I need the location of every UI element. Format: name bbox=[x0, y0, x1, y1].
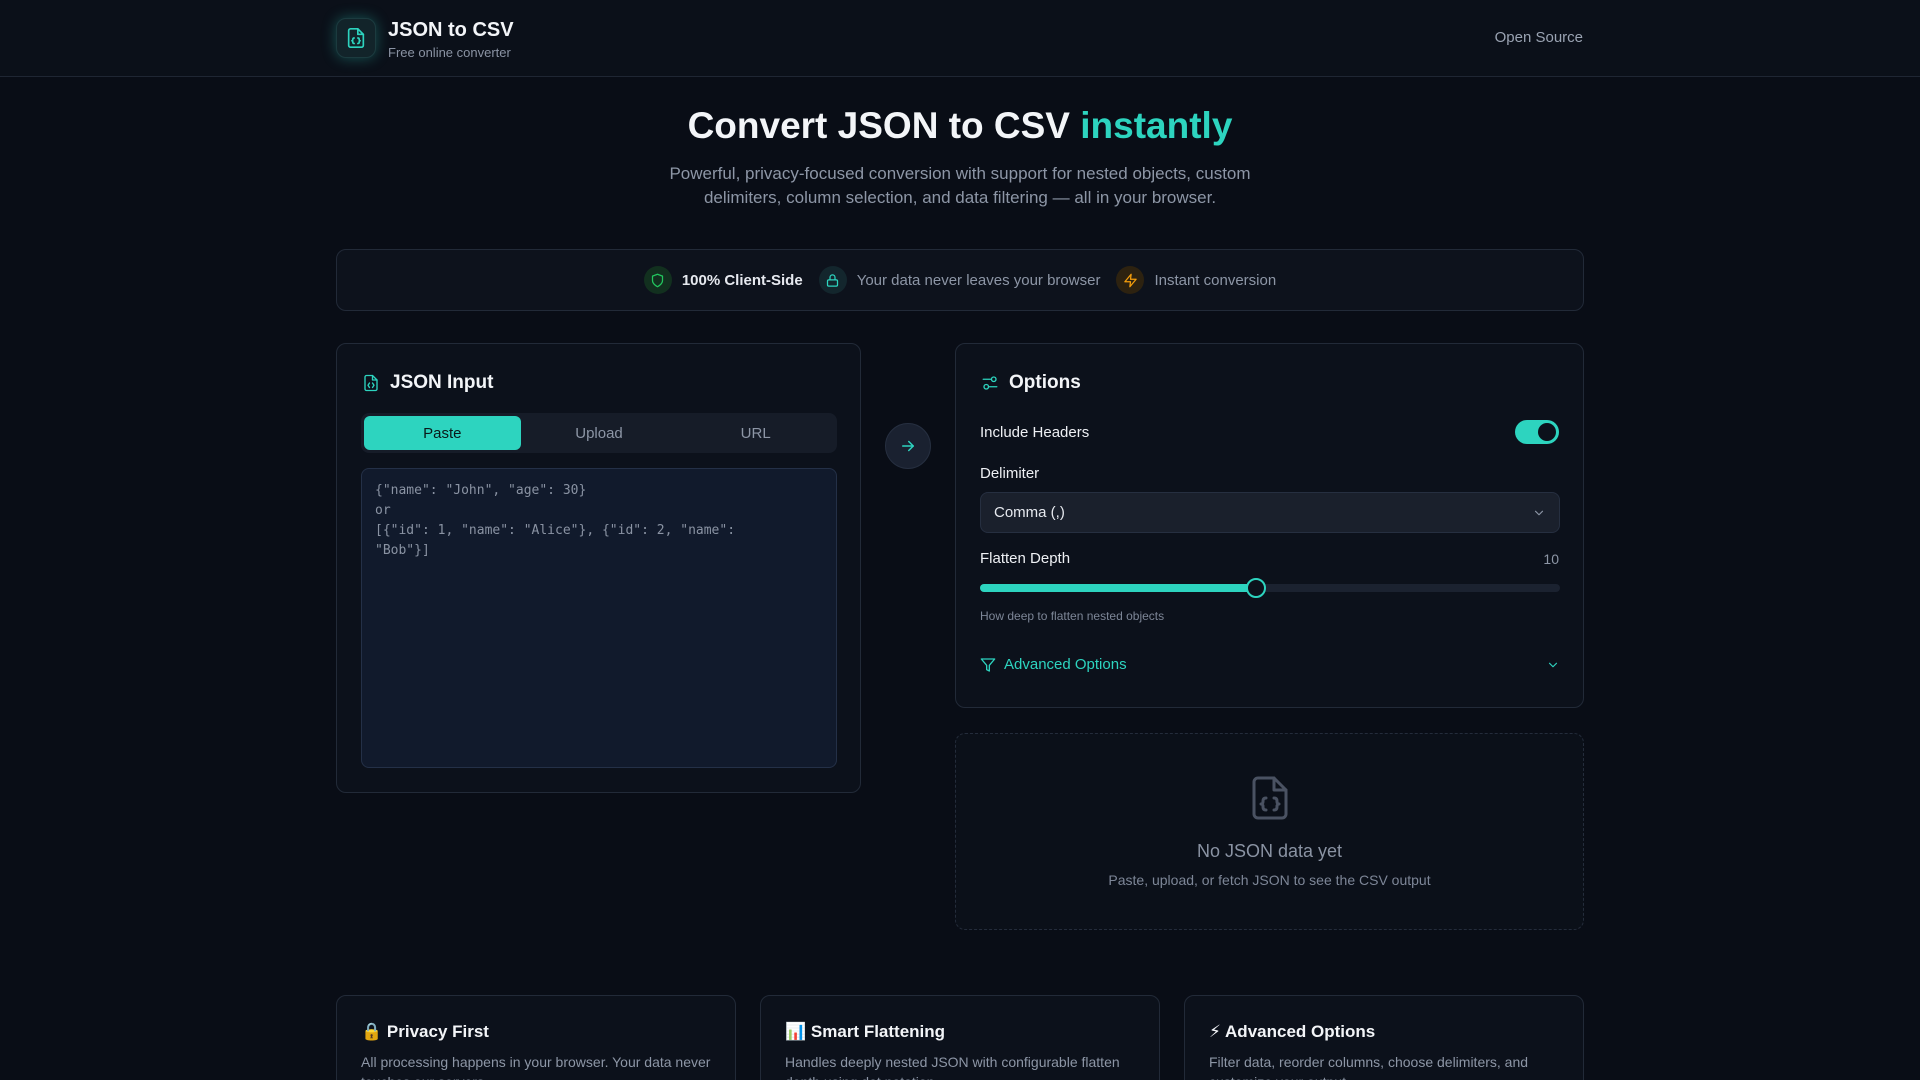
tab-upload[interactable]: Upload bbox=[521, 416, 678, 450]
trust-instant-label: Instant conversion bbox=[1154, 271, 1277, 289]
csv-output-empty-state: No JSON data yet Paste, upload, or fetch… bbox=[955, 733, 1584, 930]
feature-text: Handles deeply nested JSON with configur… bbox=[785, 1054, 1120, 1080]
lock-icon bbox=[818, 266, 847, 294]
toggle-knob bbox=[1538, 423, 1556, 441]
delimiter-value: Comma (,) bbox=[994, 504, 1065, 521]
file-code-icon bbox=[364, 374, 378, 392]
json-input-textarea[interactable]: {"name": "John", "age": 30} or [{"id": 1… bbox=[361, 468, 837, 768]
json-input-title-label: JSON Input bbox=[390, 372, 494, 393]
flatten-depth-label: Flatten Depth bbox=[980, 550, 1071, 567]
delimiter-select[interactable]: Comma (,) bbox=[980, 492, 1560, 533]
tab-url[interactable]: URL bbox=[677, 416, 834, 450]
feature-title: ⚡ Advanced Options bbox=[1209, 1022, 1559, 1042]
logo[interactable] bbox=[336, 18, 376, 58]
flatten-depth-value: 10 bbox=[1543, 551, 1559, 567]
file-json-icon bbox=[1252, 776, 1288, 820]
lock-icon: 🔒 bbox=[361, 1022, 383, 1041]
feature-card-privacy: 🔒 Privacy First All processing happens i… bbox=[336, 995, 736, 1080]
hero-title-main: Convert JSON to CSV bbox=[687, 105, 1081, 146]
trust-privacy: Your data never leaves your browser bbox=[818, 266, 1101, 294]
include-headers-toggle[interactable] bbox=[1515, 420, 1559, 444]
chevron-down-icon bbox=[1548, 662, 1558, 667]
flatten-depth-slider[interactable] bbox=[980, 578, 1560, 598]
feature-title: 🔒 Privacy First bbox=[361, 1022, 711, 1042]
trust-client-side-label: 100% Client-Side bbox=[681, 271, 803, 289]
flatten-depth-hint: How deep to flatten nested objects bbox=[980, 609, 1165, 623]
feature-title-label: Smart Flattening bbox=[810, 1022, 946, 1041]
feature-card-flattening: 📊 Smart Flattening Handles deeply nested… bbox=[760, 995, 1160, 1080]
slider-fill bbox=[980, 584, 1256, 592]
hero-title-accent: instantly bbox=[1080, 105, 1233, 146]
lightning-icon: ⚡ bbox=[1209, 1022, 1221, 1041]
chevron-down-icon bbox=[1534, 510, 1544, 515]
convert-button[interactable] bbox=[885, 423, 931, 469]
advanced-options-label: Advanced Options bbox=[1004, 656, 1127, 673]
hero-title: Convert JSON to CSV instantly bbox=[0, 105, 1920, 147]
feature-text: All processing happens in your browser. … bbox=[361, 1054, 711, 1080]
advanced-options-toggle[interactable]: Advanced Options bbox=[980, 656, 1560, 673]
feature-title: 📊 Smart Flattening bbox=[785, 1022, 1135, 1042]
filter-icon bbox=[980, 657, 996, 672]
options-title: Options bbox=[981, 372, 1081, 394]
trust-instant: Instant conversion bbox=[1116, 266, 1276, 294]
trust-bar: 100% Client-Side Your data never leaves … bbox=[336, 249, 1584, 311]
app-subtitle: Free online converter bbox=[388, 45, 511, 60]
options-title-label: Options bbox=[1009, 372, 1081, 393]
slider-thumb[interactable] bbox=[1245, 578, 1266, 598]
shield-icon bbox=[643, 266, 672, 294]
empty-state-title: No JSON data yet bbox=[1196, 841, 1343, 861]
file-json-icon bbox=[347, 28, 365, 48]
bar-chart-icon: 📊 bbox=[785, 1022, 807, 1041]
tab-paste[interactable]: Paste bbox=[364, 416, 521, 450]
trust-privacy-label: Your data never leaves your browser bbox=[856, 271, 1101, 289]
feature-card-advanced: ⚡ Advanced Options Filter data, reorder … bbox=[1184, 995, 1584, 1080]
json-input-title: JSON Input bbox=[362, 372, 493, 394]
lightning-icon bbox=[1116, 266, 1145, 294]
input-mode-tabs: Paste Upload URL bbox=[361, 413, 837, 453]
arrow-right-icon bbox=[902, 440, 914, 452]
delimiter-label: Delimiter bbox=[980, 465, 1040, 482]
feature-title-label: Advanced Options bbox=[1225, 1022, 1376, 1041]
top-header: JSON to CSV Free online converter Open S… bbox=[0, 0, 1920, 77]
include-headers-label: Include Headers bbox=[980, 424, 1090, 441]
json-input-card: JSON Input Paste Upload URL {"name": "Jo… bbox=[336, 343, 861, 793]
hero-subtitle: Powerful, privacy-focused conversion wit… bbox=[669, 164, 1251, 207]
open-source-link[interactable]: Open Source bbox=[1495, 29, 1583, 46]
empty-state-subtitle: Paste, upload, or fetch JSON to see the … bbox=[1108, 872, 1431, 888]
feature-title-label: Privacy First bbox=[386, 1022, 489, 1041]
trust-client-side: 100% Client-Side bbox=[643, 266, 803, 294]
feature-text: Filter data, reorder columns, choose del… bbox=[1209, 1054, 1529, 1080]
sliders-icon bbox=[982, 376, 998, 390]
options-card: Options Include Headers Delimiter Comma … bbox=[955, 343, 1584, 708]
app-title: JSON to CSV bbox=[388, 19, 514, 41]
